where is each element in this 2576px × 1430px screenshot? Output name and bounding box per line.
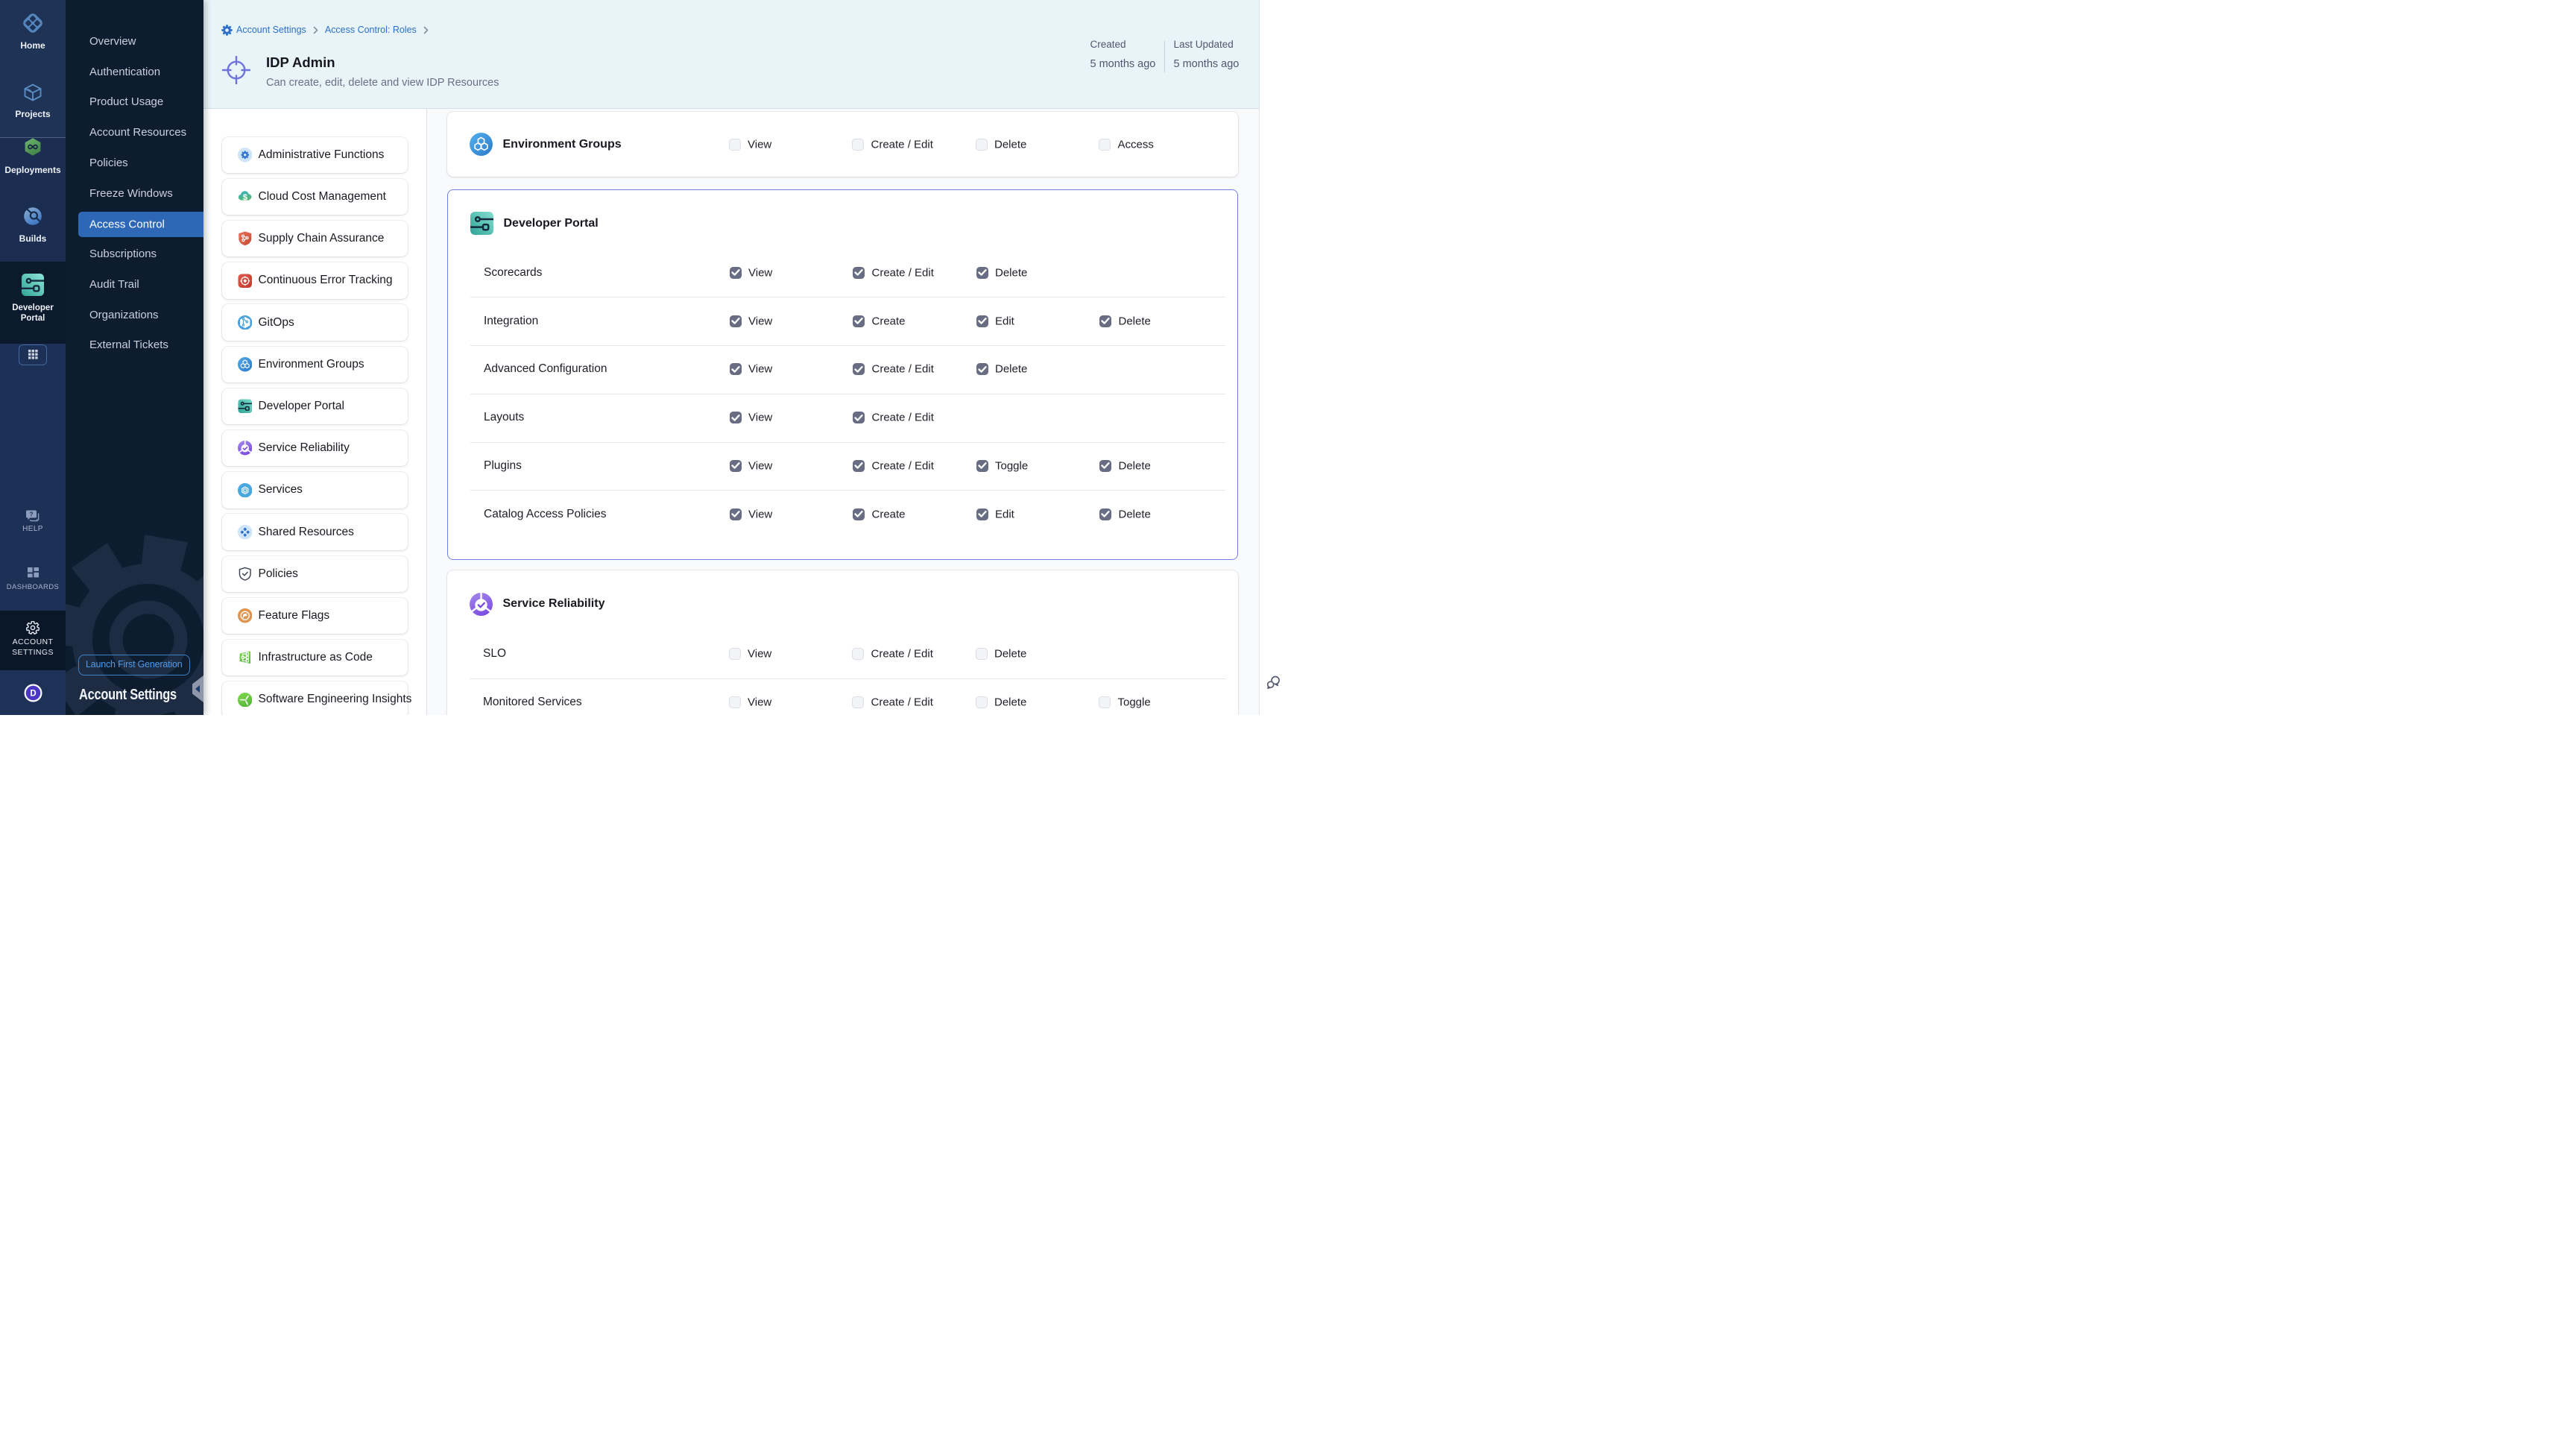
svg-text:$: $ <box>242 193 247 202</box>
svg-text:?: ? <box>29 511 33 518</box>
svg-text:D: D <box>30 689 36 698</box>
